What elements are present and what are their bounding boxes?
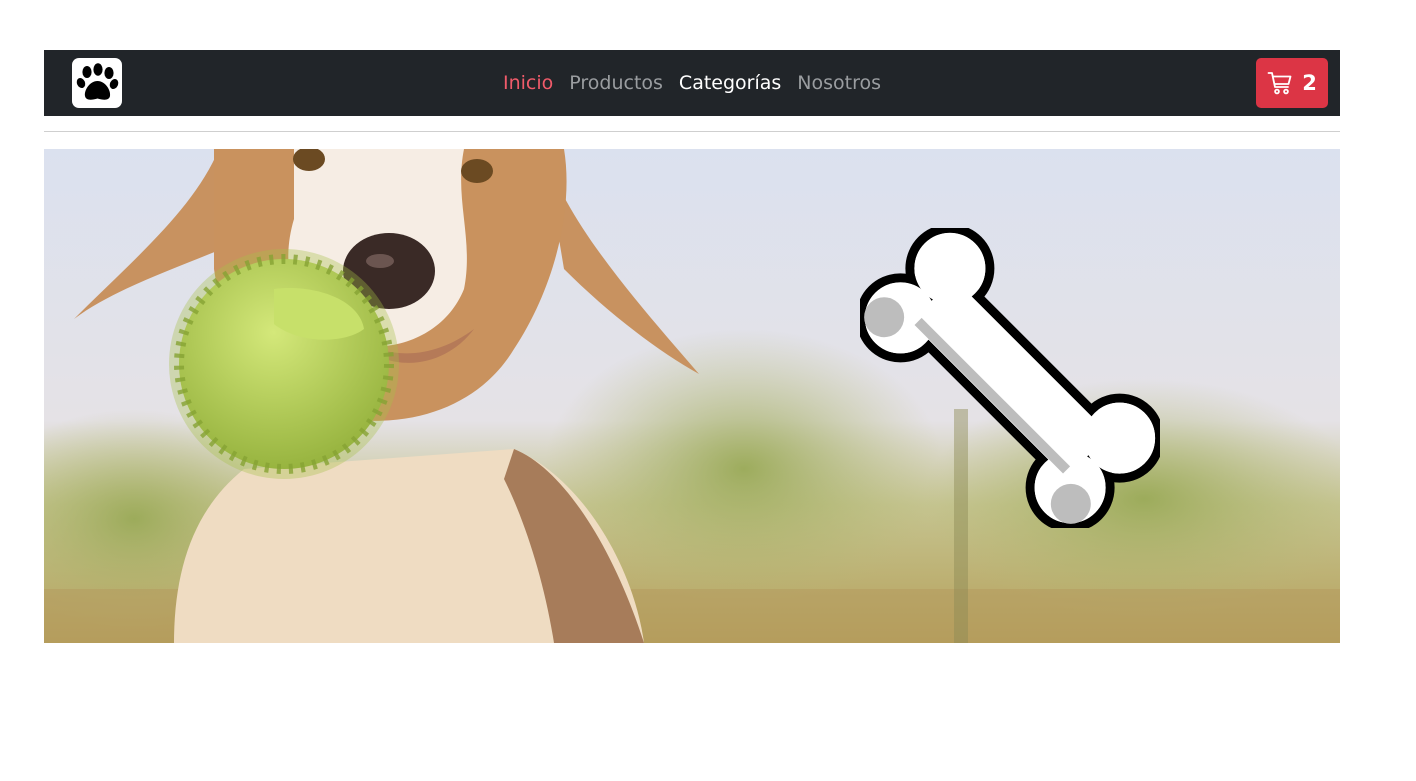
divider (44, 131, 1340, 132)
cart-icon (1267, 72, 1292, 95)
cart-button[interactable]: 2 (1256, 58, 1328, 108)
nav-link-nosotros[interactable]: Nosotros (797, 72, 881, 94)
nav-links: Inicio Productos Categorías Nosotros (44, 50, 1340, 116)
navbar: Inicio Productos Categorías Nosotros 2 (44, 50, 1340, 116)
cart-count: 2 (1302, 71, 1317, 95)
nav-link-categorias[interactable]: Categorías (679, 72, 781, 94)
nav-link-productos[interactable]: Productos (569, 72, 663, 94)
bone-icon (860, 228, 1160, 528)
nav-link-inicio[interactable]: Inicio (503, 72, 553, 94)
